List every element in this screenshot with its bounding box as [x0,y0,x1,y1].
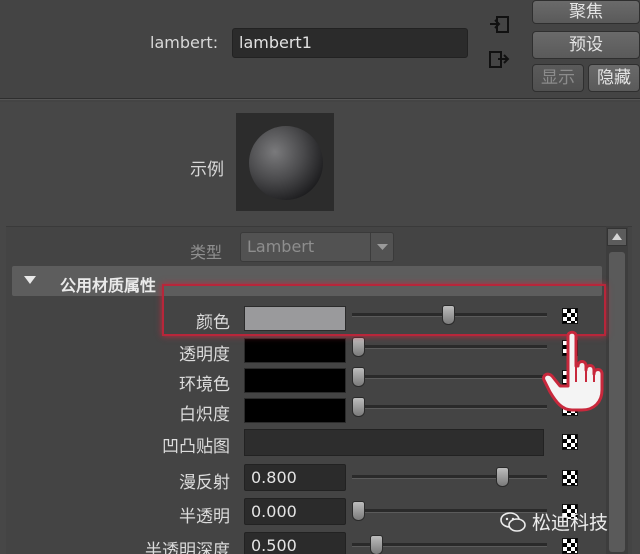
show-button[interactable]: 显示 [532,64,584,92]
incandescence-label: 白炽度 [179,405,230,425]
diffuse-slider[interactable] [352,475,547,479]
transparency-label: 透明度 [179,345,230,365]
diffuse-label: 漫反射 [179,473,230,493]
arrow-up-icon [612,233,622,240]
translucence-depth-slider-handle[interactable] [370,535,383,554]
bump-mapping-field[interactable] [244,429,544,456]
presets-button[interactable]: 预设 [532,31,640,59]
translucence-depth-label: 半透明深度 [145,541,230,554]
section-title: 公用材质属性 [60,276,157,295]
translucence-depth-map-icon[interactable] [562,538,578,554]
type-label: 类型 [190,243,223,262]
ambient-color-label: 环境色 [179,375,230,395]
diffuse-slider-handle[interactable] [496,467,509,487]
translucence-slider-handle[interactable] [352,501,365,521]
node-name-field[interactable]: lambert1 [232,28,468,58]
hide-button[interactable]: 隐藏 [588,64,640,92]
input-connections-icon[interactable] [488,15,510,35]
swatch-label: 示例 [190,160,224,180]
diffuse-field[interactable]: 0.800 [244,464,346,491]
transparency-slider-handle[interactable] [352,337,365,357]
collapse-triangle-icon[interactable] [24,276,36,284]
translucence-label: 半透明 [179,507,230,527]
pointing-hand-icon [542,330,604,412]
chevron-down-icon[interactable] [370,233,393,261]
transparency-slider[interactable] [352,345,547,349]
ambient-color-swatch[interactable] [244,368,346,393]
incandescence-slider-handle[interactable] [352,397,365,417]
tutorial-highlight-box [162,284,606,336]
ambient-color-slider-handle[interactable] [352,367,365,387]
output-connections-icon[interactable] [488,50,510,70]
watermark-text: 松迪科技 [532,512,609,534]
incandescence-slider[interactable] [352,405,547,409]
translucence-field[interactable]: 0.000 [244,498,346,525]
bump-mapping-map-icon[interactable] [562,434,578,450]
node-type-label: lambert: [150,33,219,52]
wechat-logo-icon [500,512,526,532]
diffuse-map-icon[interactable] [562,470,578,486]
transparency-swatch[interactable] [244,338,346,363]
sphere-preview-icon [249,126,323,200]
bump-mapping-label: 凹凸贴图 [162,437,230,457]
translucence-depth-field[interactable]: 0.500 [244,532,346,554]
ambient-color-slider[interactable] [352,375,547,379]
header-divider [0,98,640,100]
incandescence-swatch[interactable] [244,398,346,423]
scroll-thumb[interactable] [609,252,625,552]
material-swatch[interactable] [236,113,334,211]
focus-button[interactable]: 聚焦 [532,0,640,24]
